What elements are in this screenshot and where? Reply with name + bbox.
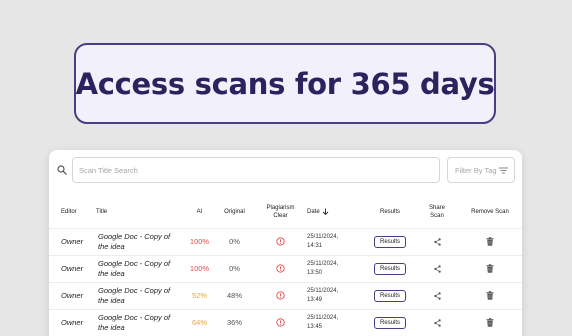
- results-button[interactable]: Results: [373, 289, 406, 302]
- column-header-share-scan: Share Scan: [416, 196, 458, 228]
- cell-original-score: 0%: [215, 227, 254, 255]
- share-icon[interactable]: [433, 264, 441, 273]
- cell-ai-score: 100%: [184, 254, 215, 282]
- column-header-original: Original: [224, 208, 245, 215]
- scans-panel: Filter By Tag Editor Title AI Original P…: [49, 150, 522, 336]
- headline-text: Access scans for 365 days: [75, 66, 495, 101]
- column-header-date-label: Date: [307, 208, 320, 215]
- cell-editor: Owner: [49, 308, 96, 336]
- alert-circle-icon: [276, 291, 285, 300]
- cell-date-day: 25/11/2024,: [307, 260, 339, 267]
- cell-date-time: 13:49: [307, 296, 323, 303]
- column-header-share-line2: Scan: [430, 212, 444, 219]
- column-header-plagiarism-line1: Plagiarism: [266, 204, 295, 211]
- trash-icon[interactable]: [486, 237, 494, 246]
- cell-date: 25/11/2024, 13:49: [307, 281, 364, 309]
- share-icon[interactable]: [433, 291, 441, 300]
- cell-plagiarism-clear: [254, 281, 307, 309]
- share-icon[interactable]: [433, 237, 441, 246]
- cell-share: [416, 308, 458, 336]
- cell-editor: Owner: [49, 281, 96, 309]
- cell-date-day: 25/11/2024,: [307, 233, 339, 240]
- column-header-remove-scan: Remove Scan: [471, 208, 509, 215]
- table-row[interactable]: Owner Google Doc - Copy of the idea 64% 36%…: [49, 308, 522, 336]
- cell-remove: [458, 308, 522, 336]
- column-header-share-line1: Share: [428, 204, 445, 211]
- table-row[interactable]: Owner Google Doc - Copy of the idea 52% 48%…: [49, 281, 522, 309]
- cell-original-score: 0%: [215, 254, 254, 282]
- cell-results: Results: [364, 308, 416, 336]
- cell-remove: [458, 254, 522, 282]
- column-header-ai: AI: [196, 208, 203, 215]
- cell-plagiarism-clear: [254, 227, 307, 255]
- trash-icon[interactable]: [486, 318, 494, 327]
- cell-results: Results: [364, 227, 416, 255]
- cell-ai-score: 52%: [184, 281, 215, 309]
- table-header-row: Editor Title AI Original Plagiarism Clea…: [49, 196, 522, 228]
- cell-title[interactable]: Google Doc - Copy of the idea: [96, 281, 184, 309]
- results-button[interactable]: Results: [373, 235, 406, 248]
- cell-results: Results: [364, 254, 416, 282]
- cell-date-time: 13:45: [307, 323, 323, 330]
- scan-title-search-input[interactable]: [72, 157, 440, 183]
- cell-date-day: 25/11/2024,: [307, 287, 339, 294]
- column-header-results: Results: [379, 208, 400, 215]
- cell-ai-score: 100%: [184, 227, 215, 255]
- cell-remove: [458, 281, 522, 309]
- cell-editor: Owner: [49, 227, 96, 255]
- cell-plagiarism-clear: [254, 308, 307, 336]
- arrow-down-icon: [323, 208, 329, 215]
- column-header-editor: Editor: [61, 208, 77, 215]
- cell-date: 25/11/2024, 13:45: [307, 308, 364, 336]
- column-header-plagiarism-clear: Plagiarism Clear: [254, 196, 307, 228]
- cell-title[interactable]: Google Doc - Copy of the idea: [96, 227, 184, 255]
- cell-share: [416, 227, 458, 255]
- cell-title[interactable]: Google Doc - Copy of the idea: [96, 254, 184, 282]
- results-button[interactable]: Results: [373, 316, 406, 329]
- share-icon[interactable]: [433, 319, 441, 327]
- results-button[interactable]: Results: [373, 262, 406, 275]
- table-row[interactable]: Owner Google Doc - Copy of the idea 100% 0%…: [49, 254, 522, 282]
- search-icon: [57, 165, 67, 175]
- scans-table: Editor Title AI Original Plagiarism Clea…: [49, 196, 522, 336]
- alert-circle-icon: [276, 318, 285, 327]
- cell-editor: Owner: [49, 254, 96, 282]
- cell-date: 25/11/2024, 14:31: [307, 227, 364, 255]
- cell-share: [416, 281, 458, 309]
- trash-icon[interactable]: [486, 264, 494, 273]
- cell-date-day: 25/11/2024,: [307, 314, 339, 321]
- filter-by-tag-label: Filter By Tag: [455, 165, 497, 175]
- cell-date: 25/11/2024, 13:50: [307, 254, 364, 282]
- headline-banner: Access scans for 365 days: [74, 43, 496, 124]
- cell-share: [416, 254, 458, 282]
- cell-remove: [458, 227, 522, 255]
- cell-date-time: 13:50: [307, 269, 323, 276]
- alert-circle-icon: [276, 237, 285, 246]
- table-row[interactable]: Owner Google Doc - Copy of the idea 100% 0%…: [49, 227, 522, 255]
- alert-circle-icon: [276, 264, 285, 273]
- cell-title[interactable]: Google Doc - Copy of the idea: [96, 308, 184, 336]
- cell-plagiarism-clear: [254, 254, 307, 282]
- column-header-date[interactable]: Date: [307, 196, 364, 228]
- cell-date-time: 14:31: [307, 242, 323, 249]
- filter-icon: [499, 167, 508, 173]
- cell-ai-score: 64%: [184, 308, 215, 336]
- cell-results: Results: [364, 281, 416, 309]
- column-header-plagiarism-line2: Clear: [273, 212, 288, 219]
- cell-original-score: 48%: [215, 281, 254, 309]
- trash-icon[interactable]: [486, 291, 494, 300]
- column-header-title: Title: [96, 208, 108, 215]
- filter-by-tag-button[interactable]: Filter By Tag: [447, 157, 515, 183]
- cell-original-score: 36%: [215, 308, 254, 336]
